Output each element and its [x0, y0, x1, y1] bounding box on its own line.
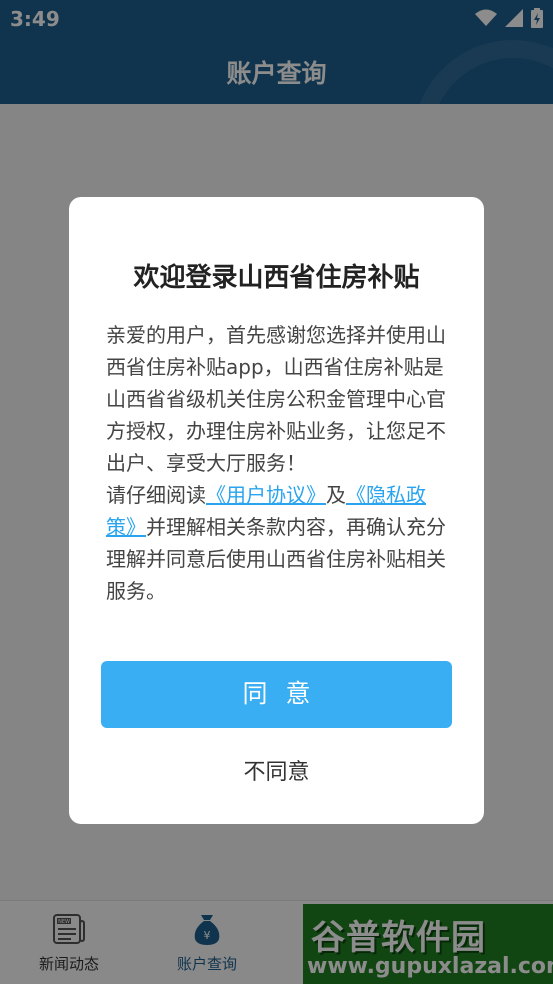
agree-button[interactable]: 同意 [101, 661, 452, 728]
terms-and: 及 [326, 483, 346, 507]
dialog-paragraph-intro: 亲爱的用户，首先感谢您选择并使用山西省住房补贴app，山西省住房补贴是山西省省级… [106, 323, 446, 475]
disagree-button[interactable]: 不同意 [69, 754, 484, 786]
dialog-body: 亲爱的用户，首先感谢您选择并使用山西省住房补贴app，山西省住房补贴是山西省省级… [106, 319, 446, 607]
privacy-dialog: 欢迎登录山西省住房补贴 亲爱的用户，首先感谢您选择并使用山西省住房补贴app，山… [69, 197, 484, 824]
dialog-paragraph-terms: 请仔细阅读《用户协议》及《隐私政策》并理解相关条款内容，再确认充分理解并同意后使… [106, 479, 446, 607]
dialog-title: 欢迎登录山西省住房补贴 [133, 263, 420, 293]
user-agreement-link[interactable]: 《用户协议》 [206, 483, 326, 507]
terms-prefix: 请仔细阅读 [106, 483, 206, 507]
terms-suffix: 并理解相关条款内容，再确认充分理解并同意后使用山西省住房补贴相关服务。 [106, 515, 446, 603]
